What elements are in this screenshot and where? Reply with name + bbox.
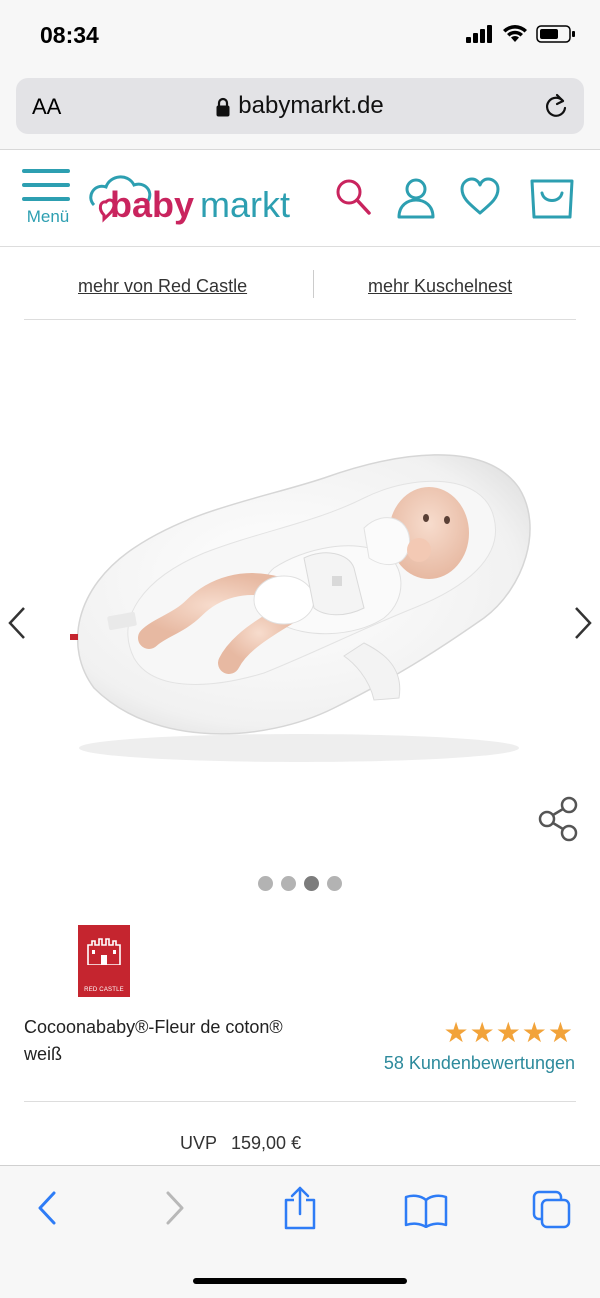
status-icons [466,24,576,44]
gallery-dot[interactable] [281,876,296,891]
logo-text-markt: markt [200,184,290,225]
logo-text-baby: baby [110,184,194,225]
status-bar: 08:34 [0,0,600,70]
gallery-pagination [0,876,600,896]
lock-icon [216,97,230,117]
search-icon[interactable] [334,177,372,217]
cart-bag-icon[interactable] [528,177,576,219]
wishlist-heart-icon[interactable] [459,177,501,217]
gallery-prev-arrow-icon[interactable] [6,606,28,640]
gallery-dot[interactable] [327,876,342,891]
uvp-price: 159,00 € [231,1133,302,1153]
brand-logo-text: RED CASTLE [84,987,124,993]
forward-arrow-icon[interactable] [164,1190,186,1226]
bookmarks-book-icon[interactable] [404,1192,448,1228]
rating-stars-icon[interactable]: ★★★★★ [443,1016,574,1049]
address-bar[interactable]: AA babymarkt.de [16,78,584,134]
product-gallery [0,320,600,910]
status-time: 08:34 [40,22,99,48]
menu-label: Menü [26,207,70,226]
url-field[interactable]: babymarkt.de [16,92,584,120]
gallery-dot-active[interactable] [304,876,319,891]
home-indicator[interactable] [193,1278,407,1284]
wifi-icon [503,25,527,42]
link-more-red-castle[interactable]: mehr von Red Castle [78,276,247,297]
related-links: mehr von Red Castle mehr Kuschelnest [24,248,576,320]
product-name: Cocoonababy®-Fleur de coton® weiß [24,1017,283,1064]
castle-icon [87,938,121,966]
share-sheet-icon[interactable] [282,1186,318,1230]
link-divider [313,270,314,298]
brand-logo-red-castle[interactable]: RED CASTLE [78,925,130,997]
hamburger-icon [22,169,74,201]
tabs-icon[interactable] [532,1190,572,1230]
signal-icon [466,25,492,43]
account-icon[interactable] [396,177,436,219]
gallery-next-arrow-icon[interactable] [572,606,594,640]
uvp-label: UVP [180,1133,218,1153]
url-text: babymarkt.de [238,92,384,119]
menu-button[interactable]: Menü [22,169,74,227]
browser-address-area: AA babymarkt.de [0,70,600,150]
back-arrow-icon[interactable] [36,1190,58,1226]
share-icon[interactable] [538,796,580,842]
divider [24,1101,576,1102]
product-image[interactable] [64,438,534,768]
link-more-kuschelnest[interactable]: mehr Kuschelnest [368,276,512,297]
reload-icon[interactable] [542,92,570,120]
reviews-link[interactable]: 58 Kundenbewertungen [384,1053,575,1074]
babymarkt-logo[interactable]: baby markt [88,171,324,236]
site-header: Menü baby markt [0,151,600,247]
gallery-dot[interactable] [258,876,273,891]
uvp-price-row: UVP 159,00 € [180,1133,301,1154]
battery-icon [536,25,575,43]
